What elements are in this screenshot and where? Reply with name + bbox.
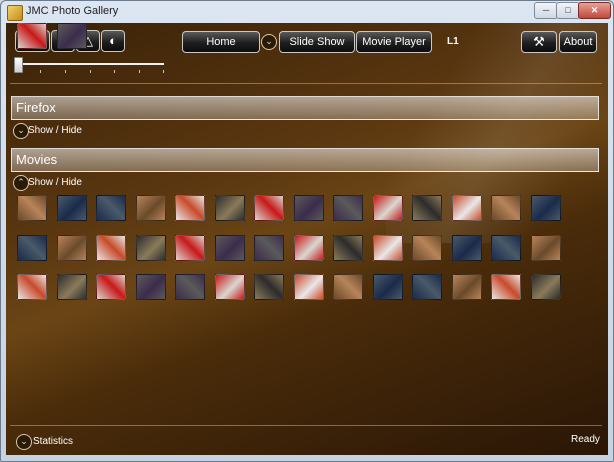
movie-player-button[interactable]: Movie Player: [356, 31, 432, 53]
zoom-slider-track[interactable]: [16, 63, 164, 65]
movies-show-hide-label[interactable]: Show / Hide: [28, 177, 82, 188]
movie-thumbnail[interactable]: [451, 195, 482, 221]
section-header-movies[interactable]: Movies: [11, 148, 599, 172]
movie-thumbnail[interactable]: [254, 274, 284, 300]
movie-thumbnail[interactable]: [175, 195, 205, 221]
firefox-toggle-button[interactable]: ⌄: [13, 123, 29, 139]
movie-thumbnail[interactable]: [333, 195, 363, 221]
tools-button[interactable]: ⚒: [521, 31, 557, 53]
movie-thumbnail[interactable]: [254, 235, 284, 261]
movie-thumbnail[interactable]: [17, 23, 47, 49]
movie-thumbnail[interactable]: [333, 235, 363, 261]
firefox-show-hide-label[interactable]: Show / Hide: [28, 125, 82, 136]
chevron-down-icon: ⌄: [17, 125, 25, 135]
movie-thumbnail[interactable]: [56, 274, 87, 300]
rotate-button[interactable]: ◐: [101, 30, 125, 52]
movie-thumbnail[interactable]: [17, 235, 47, 261]
movie-thumbnail[interactable]: [96, 195, 126, 221]
movie-thumbnail[interactable]: [96, 274, 126, 300]
movie-thumbnail[interactable]: [412, 235, 442, 261]
window-title: JMC Photo Gallery: [26, 5, 119, 17]
movie-thumbnail[interactable]: [135, 195, 166, 221]
about-button[interactable]: About: [559, 31, 597, 53]
home-button[interactable]: Home: [182, 31, 260, 53]
movie-thumbnail[interactable]: [17, 274, 47, 300]
movie-thumbnail[interactable]: [214, 195, 245, 221]
status-text: Ready: [571, 434, 600, 445]
minimize-button[interactable]: ─: [534, 2, 558, 19]
movie-thumbnail[interactable]: [96, 235, 126, 261]
statistics-label[interactable]: Statistics: [33, 436, 73, 447]
movies-toggle-button[interactable]: ⌃: [13, 175, 29, 191]
movie-thumbnail[interactable]: [56, 195, 87, 221]
app-icon: [7, 5, 23, 21]
close-button[interactable]: ✕: [578, 2, 611, 19]
rotate-icon: ◐: [109, 33, 117, 48]
movie-thumbnail[interactable]: [491, 235, 521, 261]
movie-thumbnail[interactable]: [372, 235, 403, 261]
movie-thumbnail[interactable]: [175, 274, 205, 300]
title-bar: JMC Photo Gallery ─ □ ✕: [1, 1, 613, 23]
gallery-client-area: ⇦ ⇨ △ ◐ Home ⌄ Slide Show Movie Player L…: [6, 23, 608, 455]
chevron-up-icon: ⌃: [17, 177, 25, 187]
chevron-down-icon: ⌄: [20, 436, 28, 446]
movie-thumbnail[interactable]: [135, 274, 166, 300]
movie-thumbnail[interactable]: [17, 195, 47, 221]
movie-thumbnail[interactable]: [214, 274, 245, 300]
tools-icon: ⚒: [533, 34, 545, 49]
movie-thumbnail[interactable]: [412, 274, 442, 300]
movie-thumbnail[interactable]: [372, 195, 403, 221]
movie-thumbnail[interactable]: [530, 235, 561, 261]
movie-thumbnail[interactable]: [135, 235, 166, 261]
movie-thumbnail[interactable]: [451, 235, 482, 261]
maximize-button[interactable]: □: [556, 2, 580, 19]
zoom-slider-thumb[interactable]: [14, 57, 23, 73]
movie-thumbnail[interactable]: [412, 195, 442, 221]
movie-thumbnail[interactable]: [451, 274, 482, 300]
movie-thumbnail[interactable]: [293, 274, 324, 300]
zoom-slider-ticks: [16, 70, 164, 73]
movie-thumbnail[interactable]: [491, 195, 521, 221]
movie-thumbnail[interactable]: [530, 274, 561, 300]
movie-thumbnail[interactable]: [333, 274, 363, 300]
movie-thumbnail[interactable]: [491, 274, 521, 300]
slideshow-button[interactable]: Slide Show: [279, 31, 355, 53]
movie-thumbnail[interactable]: [372, 274, 403, 300]
level-label: L1: [447, 36, 459, 47]
app-window: JMC Photo Gallery ─ □ ✕ ⇦ ⇨ △ ◐ Home ⌄ S…: [0, 0, 614, 462]
section-header-firefox[interactable]: Firefox: [11, 96, 599, 120]
chevron-down-icon: ⌄: [265, 36, 273, 46]
movie-thumbnail[interactable]: [214, 235, 245, 261]
footer-divider: [10, 425, 602, 426]
movie-thumbnail[interactable]: [175, 235, 205, 261]
movie-thumbnail[interactable]: [56, 23, 87, 49]
home-dropdown-button[interactable]: ⌄: [261, 34, 277, 50]
toolbar-divider: [10, 83, 602, 84]
movie-thumbnail[interactable]: [56, 235, 87, 261]
movie-thumbnail[interactable]: [293, 235, 324, 261]
movie-thumbnail[interactable]: [254, 195, 284, 221]
movie-thumbnail[interactable]: [293, 195, 324, 221]
statistics-toggle-button[interactable]: ⌄: [16, 434, 32, 450]
movie-thumbnail[interactable]: [530, 195, 561, 221]
